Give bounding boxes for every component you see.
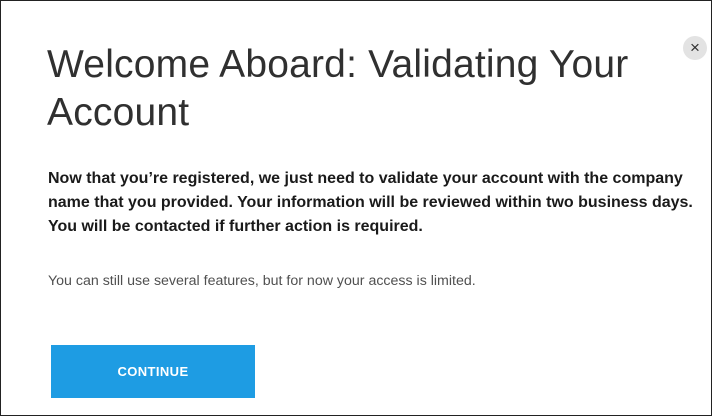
dialog-title: Welcome Aboard: Validating Your Account — [47, 43, 629, 134]
close-icon: × — [690, 38, 700, 57]
continue-button[interactable]: CONTINUE — [51, 345, 255, 398]
access-limited-message: You can still use several features, but … — [48, 273, 476, 289]
close-button[interactable]: × — [683, 36, 707, 60]
validation-message: Now that you’re registered, we just need… — [48, 170, 693, 235]
welcome-dialog: × Welcome Aboard: Validating Your Accoun… — [0, 0, 712, 416]
